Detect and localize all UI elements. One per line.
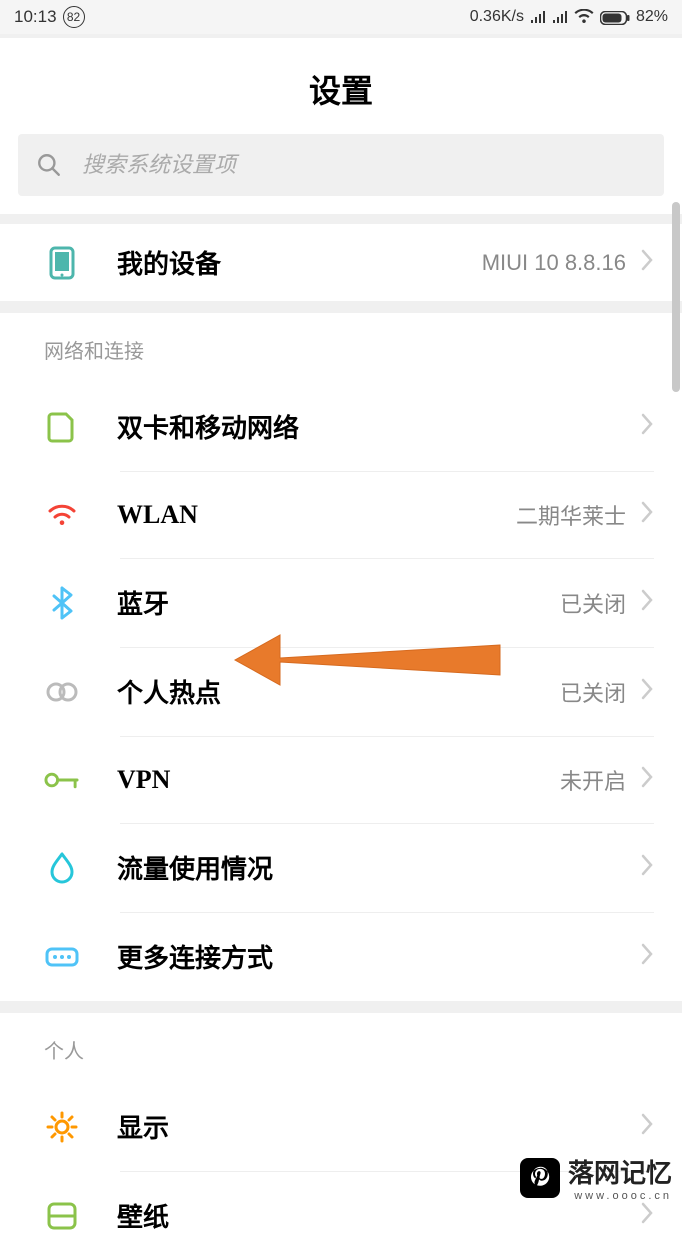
watermark-url: www.oooc.cn bbox=[568, 1190, 672, 1202]
search-icon bbox=[36, 152, 62, 178]
wallpaper-icon bbox=[44, 1198, 79, 1233]
battery-pct: 82% bbox=[636, 8, 668, 26]
battery-icon bbox=[600, 9, 630, 25]
wifi-status-icon bbox=[574, 9, 594, 25]
chevron-right-icon bbox=[640, 678, 654, 705]
watermark-text: 落网记忆 bbox=[568, 1153, 672, 1190]
section-header-network: 网络和连接 bbox=[0, 313, 682, 382]
item-label: 流量使用情况 bbox=[117, 849, 640, 886]
item-label: 个人热点 bbox=[117, 673, 560, 710]
status-time: 10:13 bbox=[14, 7, 57, 27]
item-vpn[interactable]: VPN 未开启 bbox=[0, 736, 682, 823]
section-header-personal: 个人 bbox=[0, 1013, 682, 1082]
watermark-logo-icon bbox=[520, 1158, 560, 1198]
search-bar[interactable] bbox=[18, 134, 664, 196]
chevron-right-icon bbox=[640, 413, 654, 440]
item-bluetooth[interactable]: 蓝牙 已关闭 bbox=[0, 558, 682, 647]
chevron-right-icon bbox=[640, 766, 654, 793]
signal-icon-2 bbox=[552, 10, 568, 24]
sim-icon bbox=[44, 409, 79, 444]
search-input[interactable] bbox=[82, 152, 646, 178]
display-gear-icon bbox=[44, 1109, 79, 1144]
item-data-usage[interactable]: 流量使用情况 bbox=[0, 823, 682, 912]
item-my-device[interactable]: 我的设备 MIUI 10 8.8.16 bbox=[0, 224, 682, 301]
hotspot-icon bbox=[44, 674, 79, 709]
item-value: MIUI 10 8.8.16 bbox=[482, 250, 626, 276]
item-hotspot[interactable]: 个人热点 已关闭 bbox=[0, 647, 682, 736]
page-title: 设置 bbox=[0, 38, 682, 134]
vpn-key-icon bbox=[44, 762, 79, 797]
item-more-connections[interactable]: 更多连接方式 bbox=[0, 912, 682, 1001]
item-label: 蓝牙 bbox=[117, 584, 560, 621]
item-wlan[interactable]: WLAN 二期华莱士 bbox=[0, 471, 682, 558]
chevron-right-icon bbox=[640, 943, 654, 970]
item-value: 已关闭 bbox=[560, 587, 626, 619]
item-label: WLAN bbox=[117, 500, 516, 530]
chevron-right-icon bbox=[640, 854, 654, 881]
item-label: 我的设备 bbox=[117, 244, 482, 281]
item-sim[interactable]: 双卡和移动网络 bbox=[0, 382, 682, 471]
scrollbar[interactable] bbox=[672, 202, 680, 392]
status-bar: 10:13 82 0.36K/s 82% bbox=[0, 0, 682, 34]
chevron-right-icon bbox=[640, 1202, 654, 1229]
chevron-right-icon bbox=[640, 1113, 654, 1140]
signal-icon bbox=[530, 10, 546, 24]
bluetooth-icon bbox=[44, 585, 79, 620]
status-speed: 0.36K/s bbox=[470, 8, 524, 26]
item-value: 二期华莱士 bbox=[516, 499, 626, 531]
item-value: 已关闭 bbox=[560, 676, 626, 708]
item-label: VPN bbox=[117, 765, 560, 795]
status-misc-badge: 82 bbox=[63, 6, 85, 28]
item-label: 双卡和移动网络 bbox=[117, 408, 640, 445]
drop-icon bbox=[44, 850, 79, 885]
item-label: 壁纸 bbox=[117, 1197, 640, 1234]
chevron-right-icon bbox=[640, 249, 654, 276]
chevron-right-icon bbox=[640, 501, 654, 528]
watermark: 落网记忆 www.oooc.cn bbox=[520, 1153, 672, 1202]
wifi-icon bbox=[44, 497, 79, 532]
more-icon bbox=[44, 939, 79, 974]
item-label: 显示 bbox=[117, 1108, 640, 1145]
chevron-right-icon bbox=[640, 589, 654, 616]
device-icon bbox=[44, 245, 79, 280]
item-label: 更多连接方式 bbox=[117, 938, 640, 975]
item-value: 未开启 bbox=[560, 764, 626, 796]
